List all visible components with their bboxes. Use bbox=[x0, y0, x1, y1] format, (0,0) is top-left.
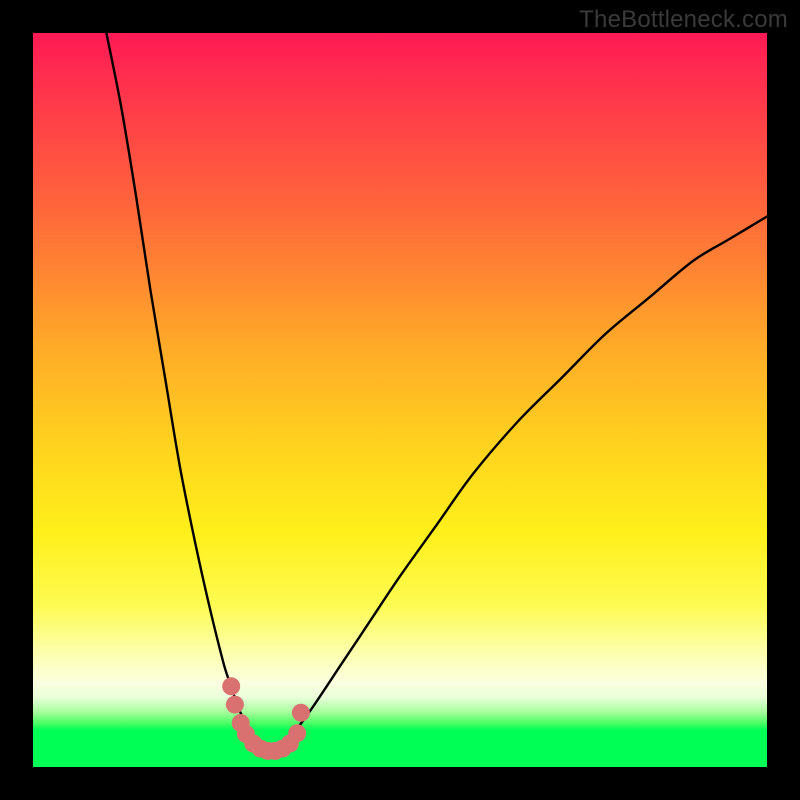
bottleneck-curve-left-branch bbox=[106, 33, 275, 753]
plot-area bbox=[33, 33, 767, 767]
curve-layer bbox=[106, 33, 767, 753]
valley-marker bbox=[226, 696, 244, 714]
valley-marker bbox=[288, 724, 306, 742]
watermark-text: TheBottleneck.com bbox=[579, 6, 788, 34]
chart-frame: TheBottleneck.com bbox=[0, 0, 800, 800]
curves-svg bbox=[33, 33, 767, 767]
marker-layer bbox=[222, 677, 310, 760]
bottleneck-curve-right-branch bbox=[275, 217, 767, 753]
valley-marker bbox=[222, 677, 240, 695]
valley-marker bbox=[292, 704, 310, 722]
